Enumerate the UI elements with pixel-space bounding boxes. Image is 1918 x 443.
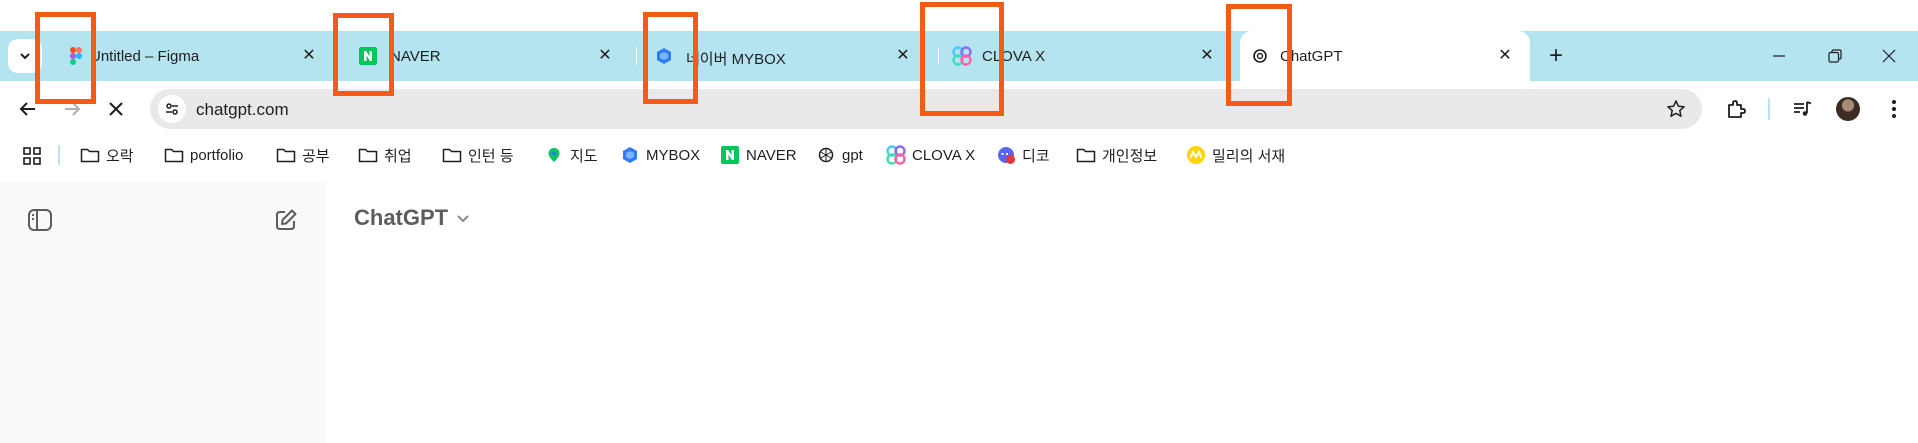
chevron-down-icon (20, 53, 30, 60)
bookmark-label: 취업 (384, 147, 412, 165)
chevron-down-icon (457, 215, 469, 223)
bookmark-map[interactable]: 지도 (544, 143, 598, 167)
bookmarks-separator (58, 145, 60, 165)
close-tab-icon[interactable]: ✕ (1494, 44, 1516, 66)
minimize-button[interactable] (1750, 31, 1808, 81)
folder-icon (358, 145, 378, 165)
bookmark-star-icon[interactable] (1664, 97, 1688, 121)
tab-separator (636, 47, 637, 65)
openai-icon (816, 145, 836, 165)
bookmarks-bar: 오락 portfolio 공부 취업 인턴 등 지도 MYBOX NAVER g… (0, 137, 1918, 173)
clova-x-icon (886, 145, 906, 165)
toggle-sidebar-button[interactable] (20, 200, 60, 240)
close-window-button[interactable] (1860, 31, 1918, 81)
bookmark-label: gpt (842, 146, 863, 164)
close-tab-icon[interactable]: ✕ (1196, 44, 1218, 66)
close-tab-icon[interactable]: ✕ (298, 44, 320, 66)
new-tab-button[interactable]: + (1540, 40, 1572, 72)
close-icon (109, 102, 123, 116)
bookmark-folder-intern[interactable]: 인턴 등 (442, 143, 514, 167)
media-control-icon[interactable] (1786, 93, 1818, 125)
bookmark-folder-personal[interactable]: 개인정보 (1076, 143, 1157, 167)
bookmark-naver[interactable]: NAVER (720, 143, 797, 167)
folder-icon (1076, 145, 1096, 165)
favicon-highlight-box (643, 12, 698, 104)
bookmark-label: 오락 (106, 147, 134, 165)
site-info-icon[interactable] (158, 95, 186, 123)
naver-icon (720, 145, 740, 165)
naver-map-icon (544, 145, 564, 165)
url-text[interactable]: chatgpt.com (196, 100, 289, 120)
folder-icon (80, 145, 100, 165)
bookmark-clova-x[interactable]: CLOVA X (886, 143, 975, 167)
bookmark-label: 밀리의 서재 (1212, 147, 1286, 165)
favicon-highlight-box (920, 2, 1004, 116)
new-chat-button[interactable] (266, 200, 306, 240)
stop-loading-button[interactable] (98, 91, 134, 127)
bookmark-label: 개인정보 (1102, 147, 1158, 165)
tab-title: NAVER (390, 48, 441, 65)
minimize-icon (1773, 55, 1785, 57)
bookmark-label: 인턴 등 (468, 147, 514, 165)
mybox-icon (620, 145, 640, 165)
bookmark-label: CLOVA X (912, 146, 976, 164)
bookmark-folder-orak[interactable]: 오락 (80, 143, 134, 167)
close-tab-icon[interactable]: ✕ (594, 44, 616, 66)
restore-button[interactable] (1806, 31, 1864, 81)
bookmark-label: 디코 (1022, 147, 1050, 165)
close-tab-icon[interactable]: ✕ (892, 44, 914, 66)
bookmark-gpt[interactable]: gpt (816, 143, 863, 167)
apps-grid-icon[interactable] (22, 146, 42, 166)
folder-icon (276, 145, 296, 165)
extensions-icon[interactable] (1720, 93, 1752, 125)
tab-title: Untitled – Figma (90, 48, 200, 65)
discord-icon (996, 145, 1016, 165)
bookmark-label: portfolio (190, 146, 244, 164)
bookmark-mybox[interactable]: MYBOX (620, 143, 700, 167)
favicon-highlight-box (35, 12, 96, 104)
favicon-highlight-box (333, 13, 394, 96)
model-selector[interactable]: ChatGPT (354, 205, 470, 231)
folder-icon (164, 145, 184, 165)
model-name: ChatGPT (354, 205, 449, 230)
profile-avatar[interactable] (1836, 97, 1860, 121)
edit-icon (276, 209, 297, 230)
bookmark-label: MYBOX (646, 146, 701, 164)
millie-icon (1186, 145, 1206, 165)
bookmark-millie[interactable]: 밀리의 서재 (1186, 143, 1285, 167)
close-icon (1882, 49, 1896, 63)
bookmark-label: NAVER (746, 146, 797, 164)
more-menu-icon[interactable] (1878, 93, 1910, 125)
bookmark-label: 공부 (302, 147, 330, 165)
bookmark-folder-portfolio[interactable]: portfolio (164, 143, 243, 167)
bookmark-folder-job[interactable]: 취업 (358, 143, 412, 167)
bookmark-label: 지도 (570, 147, 598, 165)
favicon-highlight-box (1226, 4, 1292, 106)
sidebar-icon (28, 209, 52, 231)
bookmark-folder-study[interactable]: 공부 (276, 143, 330, 167)
folder-icon (442, 145, 462, 165)
bookmark-discord[interactable]: 디코 (996, 143, 1050, 167)
restore-icon (1828, 49, 1842, 63)
chat-sidebar (0, 182, 326, 443)
toolbar-separator (1768, 98, 1770, 120)
tab-title: 네이버 MYBOX (686, 51, 786, 68)
